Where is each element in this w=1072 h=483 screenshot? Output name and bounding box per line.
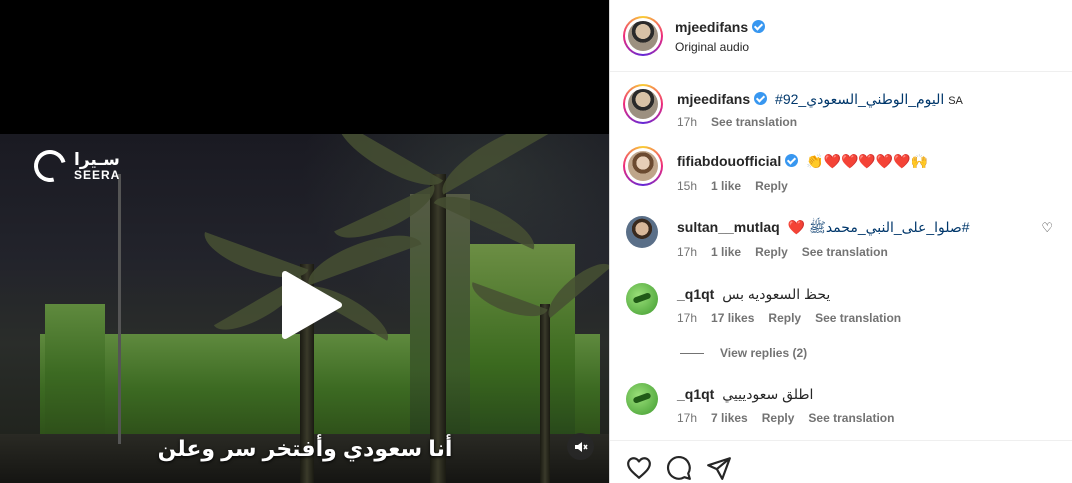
view-replies-label: View replies (2) — [720, 346, 808, 360]
video-player[interactable]: سـيرا SEERA أنا سعودي وأفتخر سر وعلن — [0, 0, 609, 483]
comment-icon[interactable] — [666, 455, 692, 481]
play-icon[interactable] — [275, 270, 345, 340]
post-panel: mjeedifans Original audio mjeedifans #92… — [609, 0, 1072, 483]
comment-text: 👏❤️❤️❤️❤️❤️🙌 — [806, 153, 929, 169]
fort-tower-right — [455, 244, 575, 444]
avatar[interactable] — [626, 216, 658, 248]
logo-english: SEERA — [74, 167, 121, 182]
reply-button[interactable]: Reply — [768, 311, 801, 325]
comment: sultan__mutlaq ❤️ صلوا_على_النبي_محمدﷺ# … — [610, 214, 1072, 264]
avatar[interactable] — [623, 84, 663, 124]
comment-username[interactable]: _q1qt — [677, 286, 714, 302]
see-translation-link[interactable]: See translation — [711, 115, 797, 129]
comment-likes[interactable]: 7 likes — [711, 411, 748, 425]
comment-body: fifiabdouofficial 👏❤️❤️❤️❤️❤️🙌 — [677, 153, 928, 170]
comment-time[interactable]: 17h — [677, 311, 697, 325]
logo-arabic: سـيرا — [74, 149, 120, 169]
avatar[interactable] — [626, 383, 658, 415]
comment-meta: 17h 1 like Reply See translation — [677, 245, 902, 259]
comment-suffix: SA — [948, 95, 963, 107]
comment-meta: 15h 1 like Reply — [677, 179, 802, 193]
verified-icon — [754, 92, 768, 105]
see-translation-link[interactable]: See translation — [802, 245, 888, 259]
see-translation-link[interactable]: See translation — [815, 311, 901, 325]
comment-likes[interactable]: 1 like — [711, 179, 741, 193]
author-username-row: mjeedifans — [675, 19, 766, 37]
comment-username[interactable]: mjeedifans — [677, 91, 750, 107]
comment-username[interactable]: fifiabdouofficial — [677, 153, 781, 169]
comment-body: _q1qt اطلق سعوديييي — [677, 386, 813, 403]
like-comment-heart-icon[interactable]: ♡ — [1041, 220, 1053, 236]
see-translation-link[interactable]: See translation — [808, 411, 894, 425]
comment-time[interactable]: 17h — [677, 115, 697, 129]
heart-icon[interactable] — [626, 455, 652, 481]
comment: fifiabdouofficial 👏❤️❤️❤️❤️❤️🙌 15h 1 like… — [610, 146, 1072, 196]
comment-likes[interactable]: 17 likes — [711, 311, 754, 325]
avatar[interactable] — [623, 146, 663, 186]
comment-text[interactable]: ❤️ صلوا_على_النبي_محمدﷺ# — [788, 219, 970, 235]
verified-icon — [752, 20, 766, 33]
reply-button[interactable]: Reply — [755, 245, 788, 259]
comment-body: mjeedifans #92_اليوم_الوطني_السعودي SA — [677, 91, 963, 108]
reply-button[interactable]: Reply — [755, 179, 788, 193]
speaker-muted-icon — [574, 441, 588, 452]
comment-username[interactable]: _q1qt — [677, 386, 714, 402]
comment-meta: 17h 17 likes Reply See translation — [677, 311, 915, 325]
comment-body: sultan__mutlaq ❤️ صلوا_على_النبي_محمدﷺ# — [677, 219, 970, 239]
mute-button[interactable] — [567, 433, 594, 460]
verified-icon — [785, 154, 799, 167]
view-replies-button[interactable]: View replies (2) — [680, 346, 807, 360]
replies-divider — [680, 352, 704, 354]
comment-likes[interactable]: 1 like — [711, 245, 741, 259]
avatar[interactable] — [626, 283, 658, 315]
comment: _q1qt اطلق سعوديييي 17h 7 likes Reply See t… — [610, 380, 1072, 430]
fort-tower-left — [45, 304, 105, 444]
seera-logo: سـيرا SEERA — [28, 144, 121, 188]
flagpole — [118, 174, 121, 444]
comment-time[interactable]: 17h — [677, 245, 697, 259]
video-subtitle: أنا سعودي وأفتخر سر وعلن — [157, 436, 453, 461]
author-username[interactable]: mjeedifans — [675, 19, 748, 35]
comment-text: يحظ السعوديه بس — [722, 286, 831, 302]
reply-button[interactable]: Reply — [762, 411, 795, 425]
audio-label[interactable]: Original audio — [675, 40, 749, 54]
comment: _q1qt يحظ السعوديه بس 17h 17 likes Reply Se… — [610, 280, 1072, 330]
comment-meta: 17h See translation — [677, 115, 811, 129]
palm-trunk — [540, 304, 550, 483]
comment-time[interactable]: 17h — [677, 411, 697, 425]
post-header: mjeedifans Original audio — [610, 0, 1072, 72]
comment-body: _q1qt يحظ السعوديه بس — [677, 286, 830, 303]
send-icon[interactable] — [706, 455, 732, 481]
comment-username[interactable]: sultan__mutlaq — [677, 219, 780, 235]
comment-time[interactable]: 15h — [677, 179, 697, 193]
comment: mjeedifans #92_اليوم_الوطني_السعودي SA 1… — [610, 84, 1072, 134]
comment-hashtag[interactable]: #92_اليوم_الوطني_السعودي — [775, 91, 944, 107]
author-avatar[interactable] — [623, 16, 663, 56]
seera-logo-ring — [28, 144, 72, 188]
comment-meta: 17h 7 likes Reply See translation — [677, 411, 908, 425]
comment-text: اطلق سعوديييي — [722, 386, 814, 402]
seera-logo-text: سـيرا SEERA — [74, 149, 121, 182]
post-actions — [610, 440, 1072, 483]
